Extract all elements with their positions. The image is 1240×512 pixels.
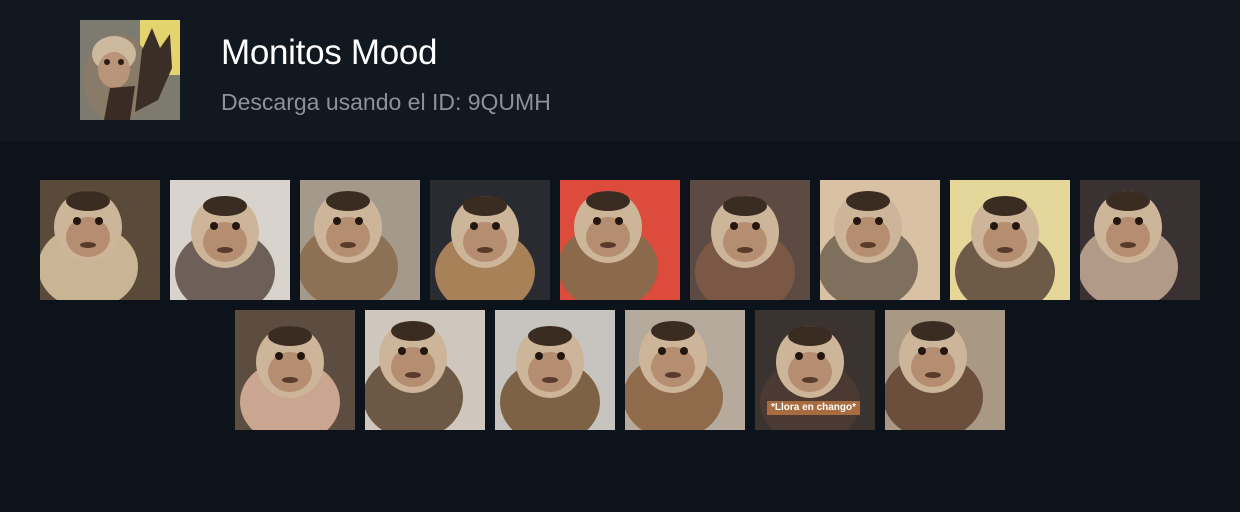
monkey-waving-sticker[interactable] bbox=[950, 180, 1070, 300]
monkey-chair-sticker[interactable] bbox=[430, 180, 550, 300]
monkey-tongue-sticker[interactable] bbox=[300, 180, 420, 300]
monkey-table-sticker[interactable] bbox=[365, 310, 485, 430]
sticker-row: *Llora en chango* bbox=[0, 310, 1240, 430]
monkey-smile-sticker[interactable] bbox=[235, 310, 355, 430]
sticker-caption: *Llora en chango* bbox=[767, 401, 861, 415]
monkey-juice-sticker[interactable] bbox=[690, 180, 810, 300]
monkey-grin-sticker[interactable] bbox=[820, 180, 940, 300]
monkey-sofa-sticker[interactable] bbox=[625, 310, 745, 430]
monkey-pillow-sticker[interactable] bbox=[495, 310, 615, 430]
pack-header: Monitos Mood Descarga usando el ID: 9QUM… bbox=[0, 0, 1240, 141]
sticker-row bbox=[0, 180, 1240, 300]
monkey-red-blanket-sticker[interactable] bbox=[560, 180, 680, 300]
monkey-crying-sticker[interactable]: *Llora en chango* bbox=[755, 310, 875, 430]
monkey-sleepy-sticker[interactable] bbox=[40, 180, 160, 300]
monkey-waving-icon bbox=[80, 20, 180, 120]
sticker-grid: *Llora en chango* bbox=[0, 180, 1240, 440]
pack-title: Monitos Mood bbox=[221, 33, 438, 72]
pack-id-subtitle: Descarga usando el ID: 9QUMH bbox=[221, 89, 551, 115]
monkey-tilted-sticker[interactable] bbox=[170, 180, 290, 300]
monkey-eating-sticker[interactable] bbox=[885, 310, 1005, 430]
monkey-teeth-sticker[interactable] bbox=[1080, 180, 1200, 300]
